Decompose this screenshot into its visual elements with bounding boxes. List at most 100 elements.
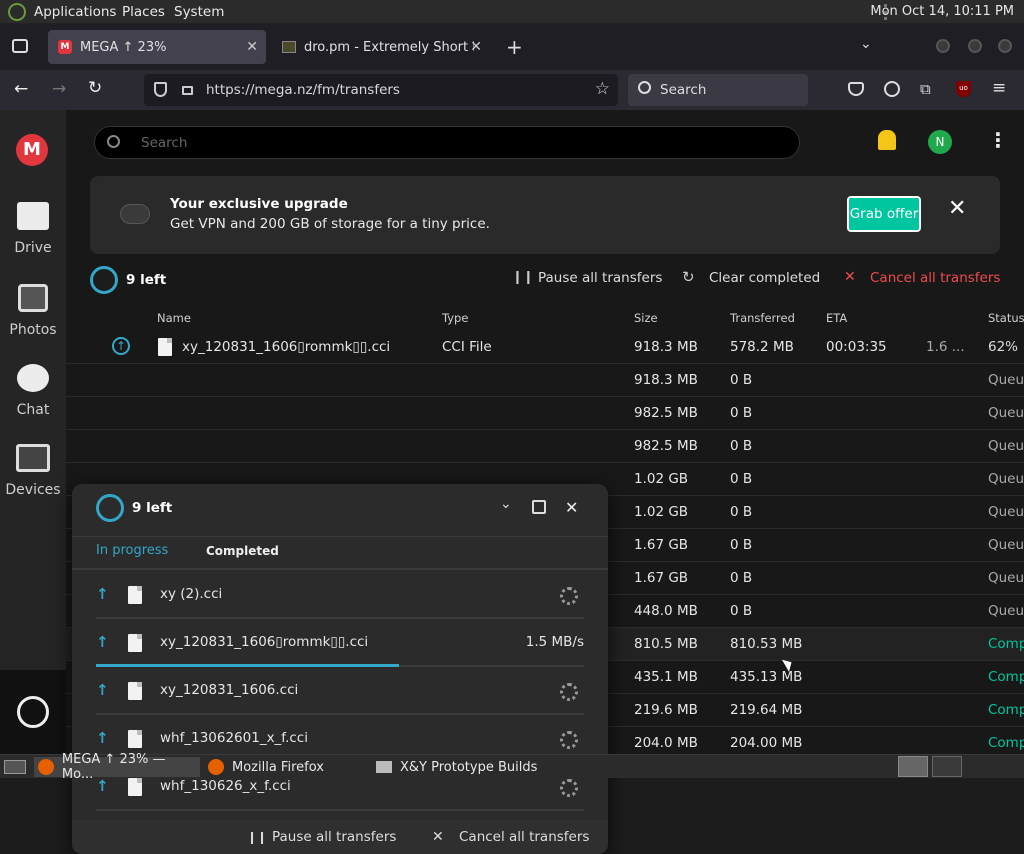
forward-arrow-icon[interactable]: → <box>52 79 66 99</box>
cancel-icon[interactable]: ✕ <box>432 829 444 845</box>
tab-completed[interactable]: Completed <box>206 544 279 558</box>
row-type: CCI File <box>442 339 492 355</box>
more-options-icon[interactable]: ⋮ <box>988 128 1008 152</box>
grab-offer-button[interactable]: Grab offer <box>847 196 921 232</box>
window-minimize-icon[interactable] <box>936 39 950 53</box>
transfer-manager-button[interactable] <box>0 670 66 754</box>
account-icon[interactable] <box>884 81 900 97</box>
lock-icon[interactable] <box>182 86 193 95</box>
cancel-icon[interactable]: ✕ <box>844 269 856 285</box>
column-header-status[interactable]: Status <box>988 311 1024 325</box>
collapse-chevron-icon[interactable]: ⌄ <box>500 496 512 512</box>
shield-icon[interactable] <box>154 82 167 97</box>
clear-completed-icon[interactable]: ↻ <box>682 268 695 286</box>
sidebar-item-chat[interactable]: Chat <box>0 364 66 418</box>
taskbar-item-folder[interactable]: X&Y Prototype Builds <box>372 757 537 777</box>
close-popup-icon[interactable]: ✕ <box>565 498 578 517</box>
extensions-icon[interactable]: ⧉ <box>920 80 931 98</box>
table-row[interactable]: 982.5 MB 0 B Queu <box>66 397 1024 430</box>
column-header-type[interactable]: Type <box>442 311 468 325</box>
list-tabs-chevron-icon[interactable]: ⌄ <box>860 36 872 52</box>
table-row[interactable]: 982.5 MB 0 B Queu <box>66 430 1024 463</box>
reload-icon[interactable]: ↻ <box>88 78 102 98</box>
mega-app: M Drive Photos Chat Devices Search N ⋮ Y… <box>0 110 1024 854</box>
ublock-icon[interactable]: uo <box>956 81 971 97</box>
folder-icon <box>17 202 49 230</box>
column-header-name[interactable]: Name <box>157 311 191 325</box>
banner-title: Your exclusive upgrade <box>170 196 348 212</box>
firefox-workspace-icon[interactable] <box>898 756 928 777</box>
close-tab-icon[interactable]: ✕ <box>246 39 258 55</box>
tab-in-progress[interactable]: In progress <box>96 543 168 558</box>
hamburger-menu-icon[interactable]: ≡ <box>992 78 1006 98</box>
show-desktop-icon[interactable] <box>4 760 26 774</box>
close-banner-icon[interactable]: ✕ <box>948 196 966 221</box>
pause-icon[interactable]: ❙❙ <box>512 270 534 285</box>
sidebar-item-drive[interactable]: Drive <box>0 202 66 256</box>
mega-logo-icon[interactable]: M <box>16 134 48 166</box>
clock[interactable]: Mon Oct 14, 10:11 PM <box>870 4 1014 19</box>
row-transferred: 0 B <box>730 471 753 487</box>
popup-transfer-item[interactable]: ↑ xy_120831_1606.cci <box>96 667 584 715</box>
avatar[interactable]: N <box>928 130 952 154</box>
upload-progress-ring-icon <box>90 266 118 294</box>
taskbar-item-mega[interactable]: MEGA ↑ 23% — Mo... <box>34 752 200 782</box>
window-maximize-icon[interactable] <box>968 39 982 53</box>
window-close-icon[interactable] <box>998 39 1012 53</box>
sidebar-item-photos[interactable]: Photos <box>0 284 66 338</box>
pause-all-transfers-button[interactable]: Pause all transfers <box>538 270 662 286</box>
browser-search-placeholder: Search <box>660 82 707 98</box>
system-menu[interactable]: System <box>174 4 224 20</box>
upload-arrow-icon: ↑ <box>112 337 130 355</box>
bookmark-star-icon[interactable]: ☆ <box>595 79 610 99</box>
new-tab-plus-icon[interactable]: + <box>506 35 523 59</box>
sidebar-item-devices[interactable]: Devices <box>0 444 66 498</box>
popup-transfer-item[interactable]: ↑ xy_120831_1606▯rommk▯▯.cci 1.5 MB/s <box>96 619 584 667</box>
notification-bell-icon[interactable] <box>878 130 896 150</box>
file-icon <box>158 338 172 356</box>
popup-pause-all-button[interactable]: Pause all transfers <box>272 829 396 845</box>
popup-item-name: whf_13062601_x_f.cci <box>160 730 308 746</box>
url-bar[interactable]: https://mega.nz/fm/transfers ☆ <box>144 74 618 106</box>
mega-search-field[interactable]: Search <box>94 126 800 159</box>
row-transferred: 0 B <box>730 372 753 388</box>
open-transfers-icon[interactable] <box>532 500 546 514</box>
column-header-size[interactable]: Size <box>634 311 658 325</box>
sidebar-item-label: Chat <box>16 402 50 418</box>
tab-dropm[interactable]: dro.pm - Extremely Short Li ✕ <box>272 30 490 64</box>
dropm-favicon-icon <box>282 41 296 53</box>
row-transferred: 0 B <box>730 504 753 520</box>
row-eta: 00:03:35 <box>826 339 887 355</box>
system-logo-icon[interactable] <box>8 3 26 21</box>
workspace-switcher-icon[interactable] <box>932 756 962 777</box>
applications-menu[interactable]: Applications <box>34 4 116 20</box>
row-size: 1.67 GB <box>634 570 689 586</box>
row-speed: 1.6 ... <box>926 339 965 355</box>
cancel-all-transfers-button[interactable]: Cancel all transfers <box>870 270 1000 286</box>
browser-search-field[interactable]: Search <box>628 74 808 106</box>
system-top-panel: Applications Places System Mon Oct 14, 1… <box>0 0 1024 24</box>
taskbar-item-firefox[interactable]: Mozilla Firefox <box>204 757 324 777</box>
popup-cancel-all-button[interactable]: Cancel all transfers <box>459 829 589 845</box>
column-header-eta[interactable]: ETA <box>826 311 847 325</box>
row-size: 1.67 GB <box>634 537 689 553</box>
row-status: Queu <box>988 570 1024 586</box>
pause-icon[interactable]: ❙❙ <box>247 830 267 844</box>
tab-overview-icon[interactable] <box>12 39 28 53</box>
row-size: 982.5 MB <box>634 438 698 454</box>
url-text[interactable]: https://mega.nz/fm/transfers <box>206 82 400 98</box>
popup-transfer-item[interactable]: ↑ xy (2).cci <box>96 571 584 619</box>
spinner-icon <box>560 731 578 749</box>
column-header-transferred[interactable]: Transferred <box>730 311 795 325</box>
table-row[interactable]: ↑ xy_120831_1606▯rommk▯▯.cci CCI File 00:03… <box>66 331 1024 364</box>
mega-sidebar: M Drive Photos Chat Devices <box>0 110 66 754</box>
back-arrow-icon[interactable]: ← <box>14 79 28 99</box>
close-tab-icon[interactable]: ✕ <box>470 39 482 55</box>
tab-mega[interactable]: M MEGA ↑ 23% ✕ <box>48 30 266 64</box>
places-menu[interactable]: Places <box>122 4 165 20</box>
table-row[interactable]: 918.3 MB 0 B Queu <box>66 364 1024 397</box>
pocket-icon[interactable] <box>848 82 864 96</box>
row-status: Queu <box>988 603 1024 619</box>
row-size: 1.02 GB <box>634 471 689 487</box>
clear-completed-button[interactable]: Clear completed <box>709 270 820 286</box>
